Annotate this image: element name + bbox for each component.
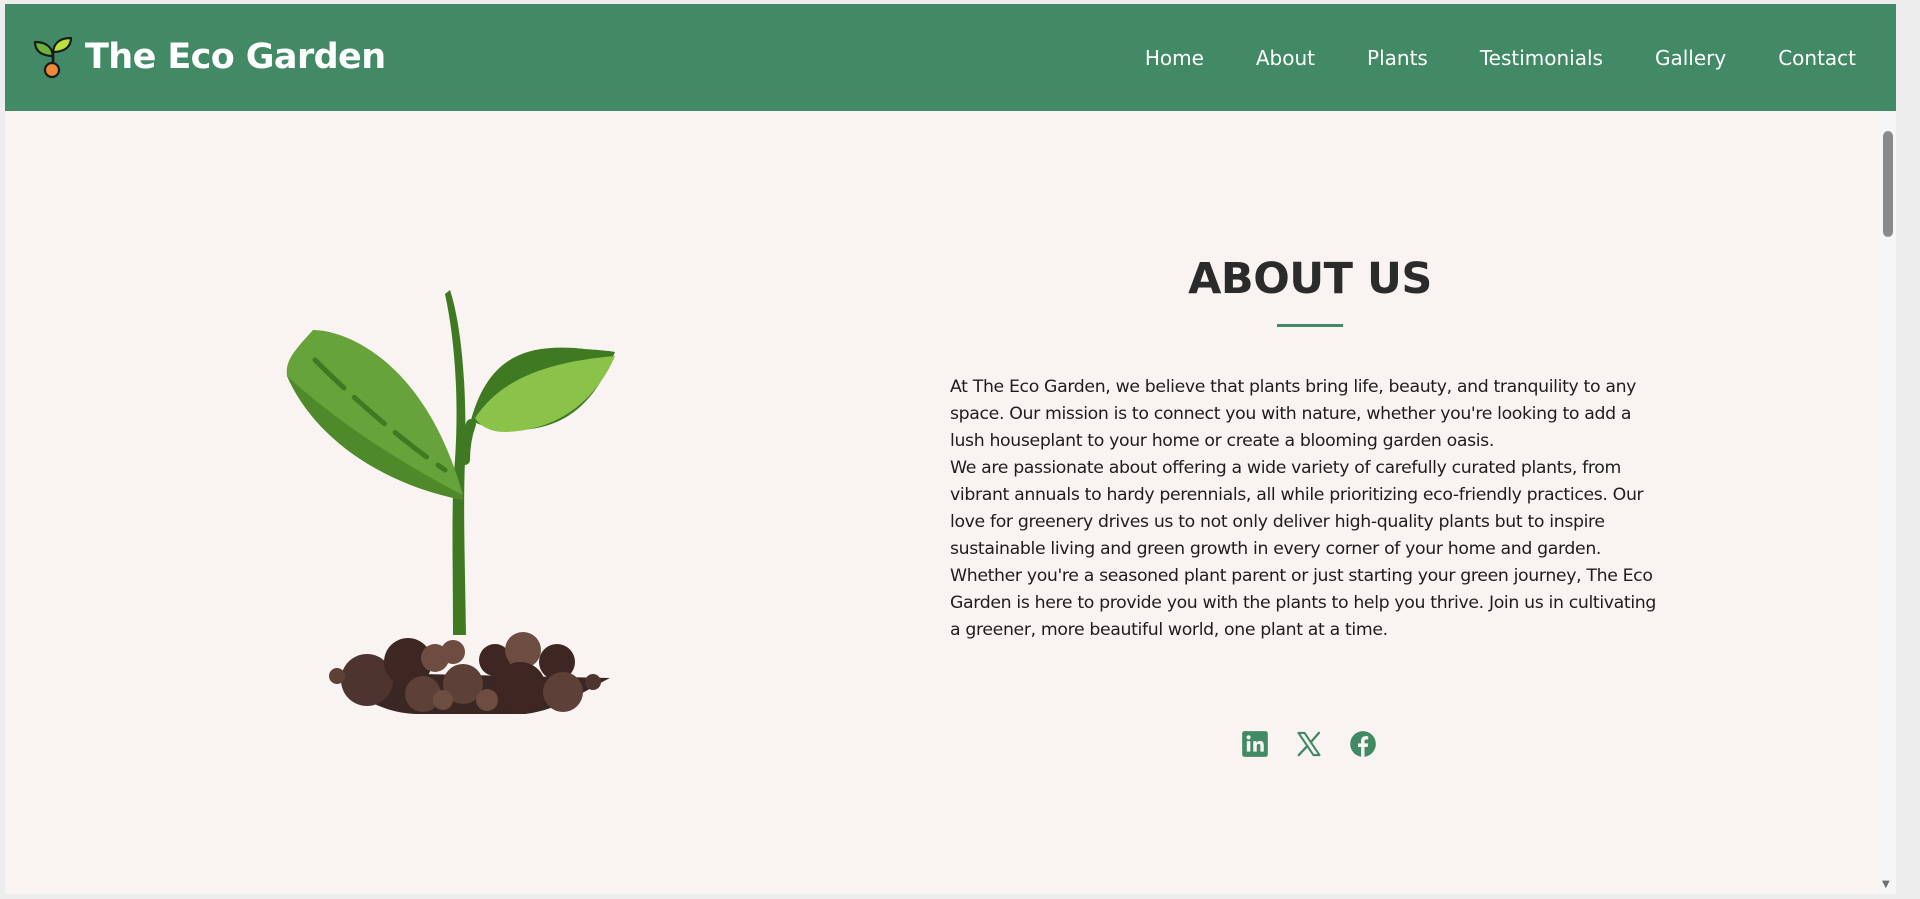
brand-name: The Eco Garden <box>85 37 386 77</box>
about-paragraph: Whether you're a seasoned plant parent o… <box>950 566 1657 640</box>
nav-testimonials[interactable]: Testimonials <box>1480 46 1603 70</box>
page: The Eco Garden Home About Plants Testimo… <box>5 4 1896 894</box>
seedling-illustration <box>286 290 615 714</box>
scroll-down-icon[interactable]: ▼ <box>1882 880 1890 890</box>
scrollbar[interactable]: ▼ <box>1878 111 1896 894</box>
about-text: At The Eco Garden, we believe that plant… <box>950 374 1670 644</box>
linkedin-icon[interactable] <box>1241 730 1269 758</box>
main-nav: Home About Plants Testimonials Gallery C… <box>1093 4 1856 111</box>
nav-contact[interactable]: Contact <box>1778 46 1856 70</box>
nav-plants[interactable]: Plants <box>1367 46 1428 70</box>
scrollbar-thumb[interactable] <box>1883 131 1893 237</box>
about-paragraph: We are passionate about offering a wide … <box>950 458 1644 559</box>
nav-about[interactable]: About <box>1256 46 1315 70</box>
nav-home[interactable]: Home <box>1145 46 1204 70</box>
about-paragraph: At The Eco Garden, we believe that plant… <box>950 377 1637 451</box>
sprout-icon <box>33 36 73 79</box>
brand-logo[interactable]: The Eco Garden <box>31 34 386 80</box>
about-section: ABOUT US At The Eco Garden, we believe t… <box>950 254 1670 644</box>
x-twitter-icon[interactable] <box>1295 730 1323 758</box>
social-links <box>1241 730 1403 758</box>
title-underline <box>1277 324 1343 327</box>
facebook-icon[interactable] <box>1349 730 1377 758</box>
nav-gallery[interactable]: Gallery <box>1655 46 1726 70</box>
navbar: The Eco Garden Home About Plants Testimo… <box>5 4 1896 111</box>
section-title: ABOUT US <box>1188 254 1432 304</box>
